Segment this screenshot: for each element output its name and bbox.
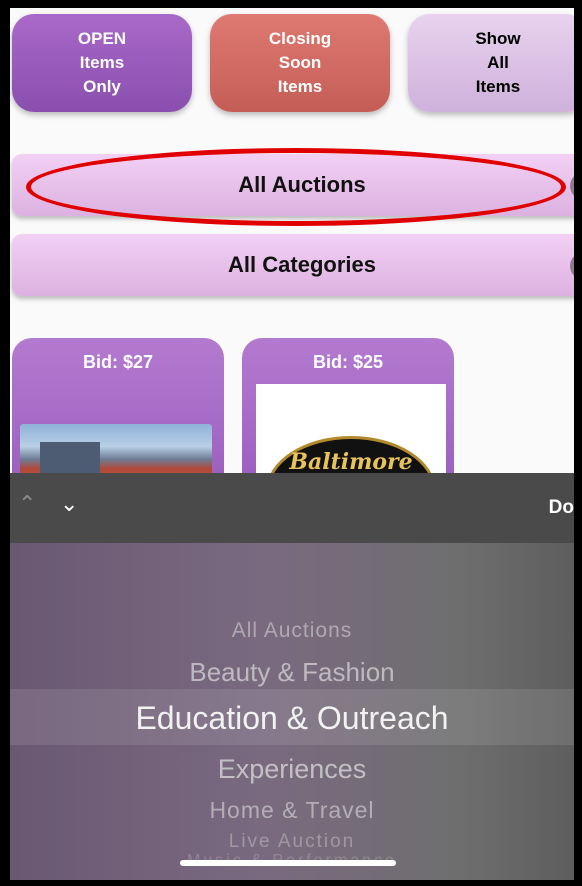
open-items-only-button[interactable]: OPEN Items Only	[12, 14, 192, 112]
chevron-down-icon[interactable]: ⌄	[60, 491, 78, 517]
auctions-dropdown[interactable]: All Auctions ⌄	[12, 154, 574, 216]
picker-option-selected[interactable]: Education & Outreach	[10, 700, 574, 737]
picker-option[interactable]: All Auctions	[10, 619, 574, 643]
home-indicator[interactable]	[180, 860, 396, 866]
bid-amount: Bid: $27	[82, 352, 154, 372]
show-all-items-button[interactable]: Show All Items	[408, 14, 574, 112]
picker-option[interactable]: Beauty & Fashion	[10, 657, 574, 688]
picker-option[interactable]: Live Auction	[10, 831, 574, 853]
bid-amount: Bid: $25	[312, 352, 384, 372]
picker-wheel[interactable]: All Auctions Beauty & Fashion Education …	[10, 543, 574, 880]
picker-option[interactable]: Experiences	[10, 754, 574, 785]
app-screen: OPEN Items Only Closing Soon Items Show …	[10, 8, 574, 880]
picker-option[interactable]: Home & Travel	[10, 797, 574, 824]
item-card[interactable]: Bid: $27	[12, 338, 224, 488]
auctions-dropdown-label: All Auctions	[238, 172, 366, 197]
categories-dropdown[interactable]: All Categories ⌄	[12, 234, 574, 296]
picker-toolbar: ⌃ ⌄ Do	[10, 473, 574, 543]
chevron-down-icon: ⌄	[570, 252, 574, 280]
closing-soon-items-button[interactable]: Closing Soon Items	[210, 14, 390, 112]
categories-dropdown-label: All Categories	[228, 252, 376, 277]
chevron-up-icon[interactable]: ⌃	[18, 491, 36, 517]
chevron-down-icon: ⌄	[570, 172, 574, 200]
item-card[interactable]: Bid: $25 Baltimore	[242, 338, 454, 488]
done-button[interactable]: Do	[549, 497, 574, 519]
